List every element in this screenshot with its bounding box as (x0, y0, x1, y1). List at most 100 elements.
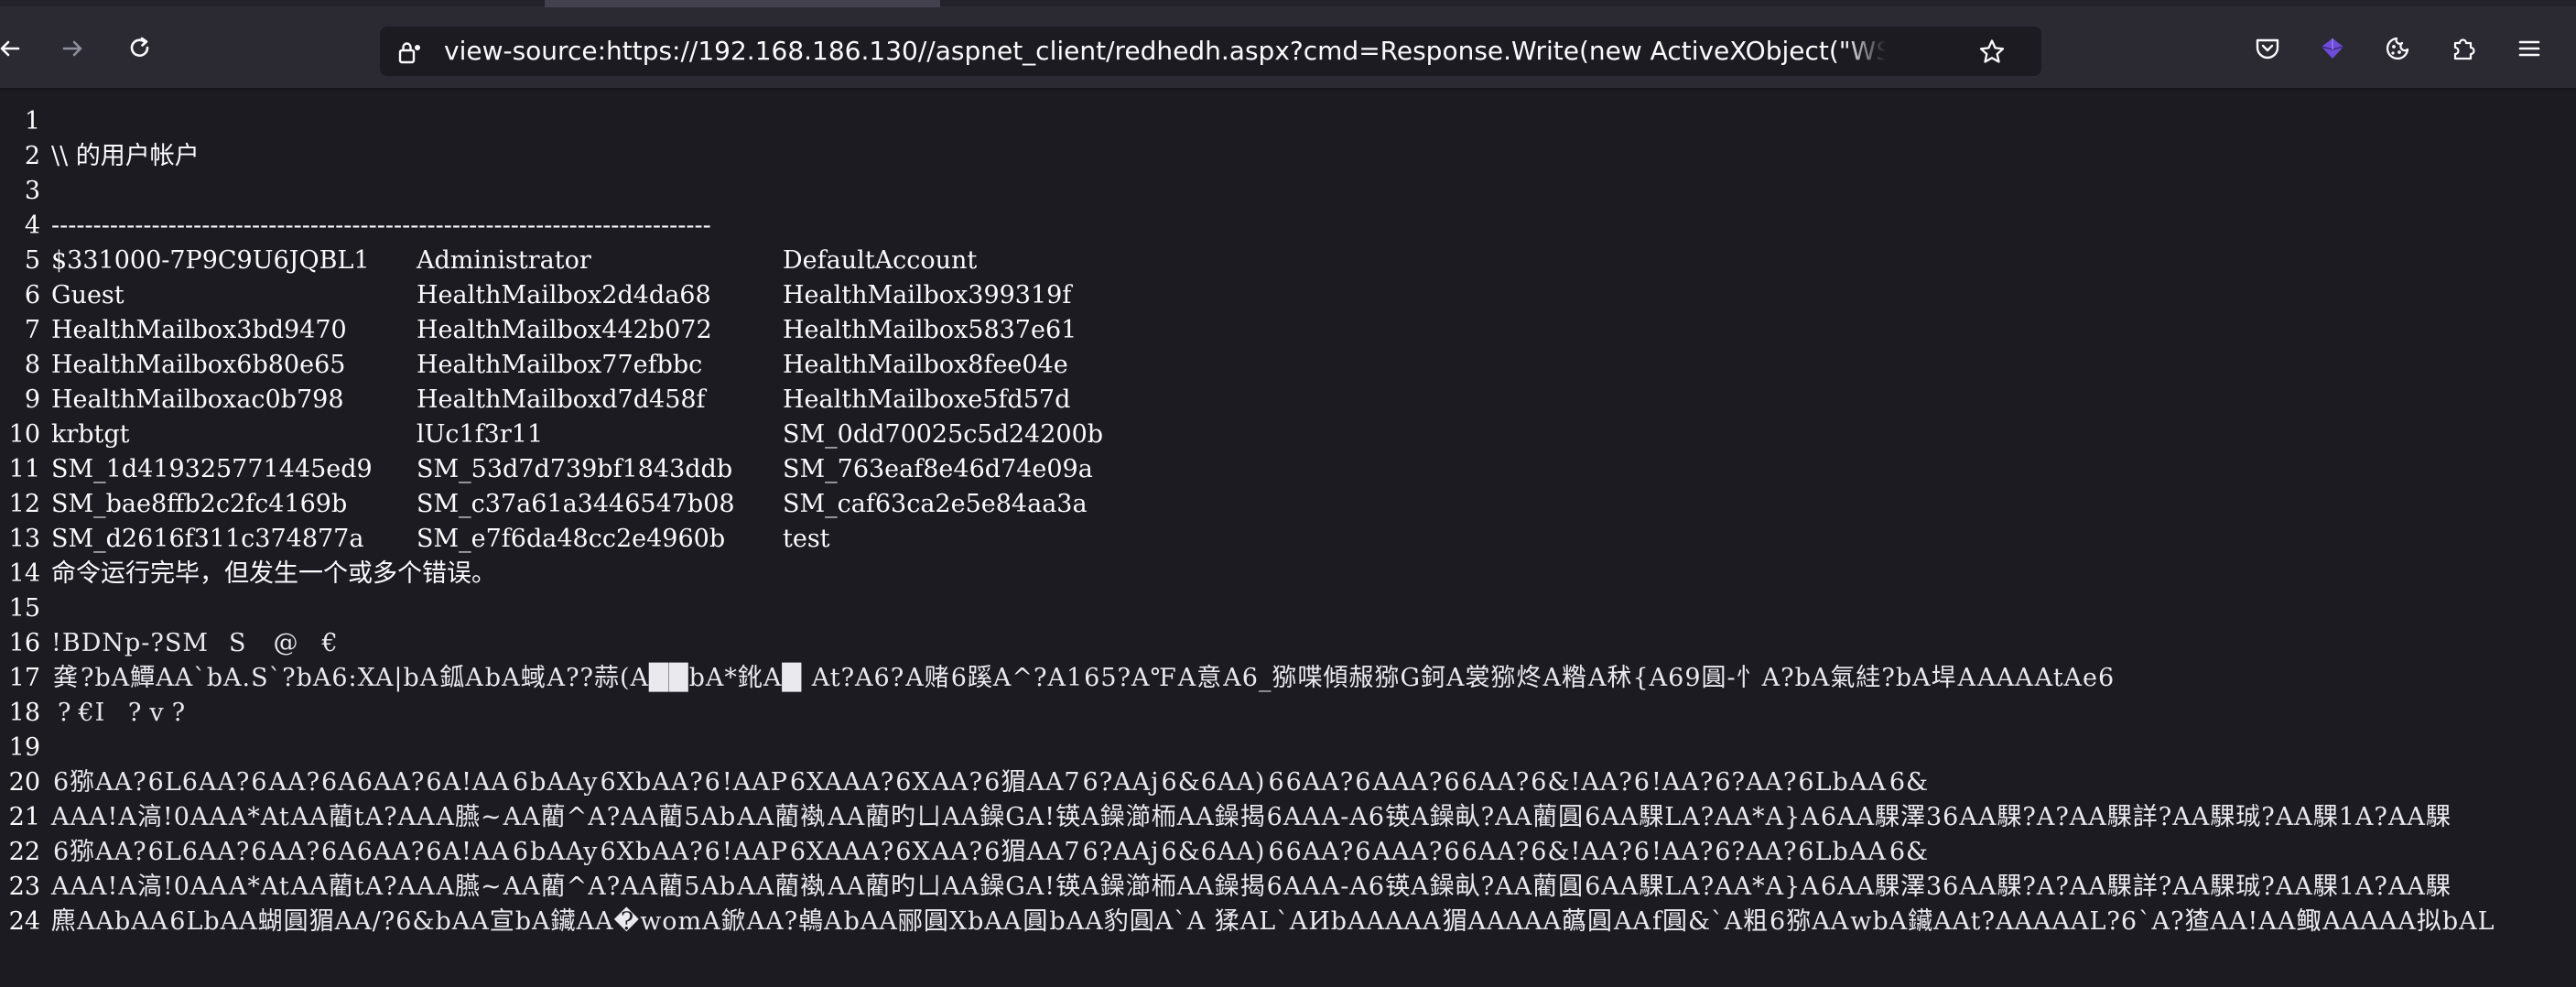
account-row: 9 HealthMailboxac0b798 HealthMailboxd7d4… (0, 383, 2576, 418)
account-name: SM_e7f6da48cc2e4960b (417, 522, 725, 557)
user-accounts-heading: \\ 的用户帐户 (51, 139, 200, 174)
account-name: SM_bae8ffb2c2fc4169b (51, 487, 347, 522)
account-name: HealthMailbox8fee04e (783, 348, 1068, 383)
lock-icon[interactable] (395, 38, 422, 66)
garbled-binary-line: 18 ?€I ?… (0, 696, 2576, 731)
account-name: Guest (51, 278, 124, 313)
garbled-binary-line: 21 AAA!A滈!0AAA*AtAA藺tA?AAA臙~AA藺^A?AA… (0, 800, 2576, 835)
command-status-message: 命令运行完毕，但发生一个或多个错误。 (51, 557, 496, 591)
active-tab-edge[interactable] (545, 0, 940, 7)
star-icon[interactable] (1977, 38, 2007, 67)
line-number: 3 (0, 174, 40, 209)
line-number: 7 (0, 313, 40, 348)
line-number: 11 (0, 452, 40, 487)
line-number: 5 (0, 244, 40, 278)
account-name: test (783, 522, 830, 557)
garbled-text: AAA!A滈!0AAA*AtAA藺tA?AAA臙~AA藺^A?AA藺5A… (51, 800, 2452, 835)
account-row: 13 SM_d2616f311c374877a SM_e7f6da48cc2e4… (0, 522, 2576, 557)
garbled-text: !BDNp-?SMS… (51, 626, 370, 661)
line-number: 17 (0, 661, 40, 696)
source-line: 3 (0, 174, 2576, 209)
account-name: HealthMailboxe5fd57d (783, 383, 1070, 418)
garbled-binary-line: 22 6猕AA?6L6AA?6AA?6A6AA?6A!AA6… (0, 835, 2576, 870)
line-number: 10 (0, 418, 40, 452)
line-number: 2 (0, 139, 40, 174)
account-name: HealthMailboxd7d458f (417, 383, 706, 418)
account-name: SM_1d419325771445ed9 (51, 452, 373, 487)
account-name: HealthMailboxac0b798 (51, 383, 344, 418)
account-name: DefaultAccount (783, 244, 977, 278)
view-source-content: 1 2 \\ 的用户帐户 3 4 -----------------------… (0, 90, 2576, 987)
hamburger-menu-icon (2516, 35, 2543, 62)
line-number: 21 (0, 800, 40, 835)
browser-toolbar: view-source:https://192.168.186.130//asp… (0, 7, 2576, 90)
account-name: SM_53d7d739bf1843ddb (417, 452, 732, 487)
account-row: 12 SM_bae8ffb2c2fc4169b SM_c37a61a344654… (0, 487, 2576, 522)
cookie-extension-button[interactable] (2375, 26, 2420, 71)
extension-gem-button[interactable] (2310, 26, 2355, 71)
source-line: 2 \\ 的用户帐户 (0, 139, 2576, 174)
garbled-binary-line: 17 龚?bA鱏AA`bA.S`?bA6:XA|bA鈲AbA蜮A?… (0, 661, 2576, 696)
arrow-right-icon (59, 35, 86, 62)
reload-button[interactable] (117, 26, 163, 71)
tab-strip-edge (0, 0, 2576, 7)
garbled-binary-line: 16 !BDNp-?SMS… (0, 626, 2576, 661)
account-name: SM_c37a61a3446547b08 (417, 487, 735, 522)
line-number: 13 (0, 522, 40, 557)
url-text[interactable]: view-source:https://192.168.186.130//asp… (444, 27, 1886, 76)
puzzle-icon (2449, 34, 2478, 63)
cookie-icon (2383, 34, 2412, 63)
account-name: SM_d2616f311c374877a (51, 522, 363, 557)
garbled-text: 6猕AA?6L6AA?6AA?6A6AA?6A!AA6bA… (51, 765, 1929, 800)
line-number: 16 (0, 626, 40, 661)
line-number: 4 (0, 209, 40, 244)
garbled-text: 6猕AA?6L6AA?6AA?6A6AA?6A!AA6bA… (51, 835, 1929, 870)
account-row: 8 HealthMailbox6b80e65 HealthMailbox77ef… (0, 348, 2576, 383)
line-number: 15 (0, 591, 40, 626)
account-row: 7 HealthMailbox3bd9470 HealthMailbox442b… (0, 313, 2576, 348)
line-number: 22 (0, 835, 40, 870)
account-name: SM_763eaf8e46d74e09a (783, 452, 1093, 487)
pocket-button[interactable] (2245, 26, 2290, 71)
forward-button[interactable] (49, 26, 95, 71)
line-number: 6 (0, 278, 40, 313)
account-name: HealthMailbox399319f (783, 278, 1071, 313)
account-name: $331000-7P9C9U6JQBL1 (51, 244, 370, 278)
line-number: 23 (0, 870, 40, 905)
extensions-button[interactable] (2441, 26, 2486, 71)
url-bar[interactable]: view-source:https://192.168.186.130//asp… (380, 27, 2041, 76)
extension-gem-icon (2318, 34, 2347, 63)
line-number: 24 (0, 905, 40, 939)
app-menu-button[interactable] (2506, 26, 2552, 71)
garbled-binary-line: 19 … (0, 731, 2576, 765)
pocket-icon (2253, 34, 2282, 63)
separator-line: ----------------------------------------… (51, 209, 711, 244)
line-number: 19 (0, 731, 40, 765)
source-line: 4 --------------------------------------… (0, 209, 2576, 244)
account-name: HealthMailbox5837e61 (783, 313, 1077, 348)
account-row: 10 krbtgt lUc1f3r11 SM_0dd70025c5d24200b (0, 418, 2576, 452)
line-number: 14 (0, 557, 40, 591)
back-button[interactable] (0, 26, 33, 71)
account-row: 11 SM_1d419325771445ed9 SM_53d7d739bf184… (0, 452, 2576, 487)
garbled-text: ?€I ?… (51, 696, 234, 731)
account-name: HealthMailbox3bd9470 (51, 313, 347, 348)
garbled-binary-line: 20 6猕AA?6L6AA?6AA?6A6AA?6A!AA6… (0, 765, 2576, 800)
account-name: SM_0dd70025c5d24200b (783, 418, 1103, 452)
account-name: krbtgt (51, 418, 130, 452)
line-number: 18 (0, 696, 40, 731)
line-number: 12 (0, 487, 40, 522)
garbled-text: AAA!A滈!0AAA*AtAA藺tA?AAA臙~AA藺^A?AA藺5A… (51, 870, 2452, 905)
garbled-binary-line: 24 麃AAbAA6LbAA蝴圓猸AA/?6&bAA宣bA鑶AA�womA鍁A… (0, 905, 2576, 939)
account-name: SM_caf63ca2e5e84aa3a (783, 487, 1088, 522)
account-name: HealthMailbox442b072 (417, 313, 712, 348)
reload-icon (126, 35, 154, 62)
garbled-text: 龚?bA鱏AA`bA.S`?bA6:XA|bA鈲AbA蜮A??蒜(… (51, 661, 2116, 696)
garbled-binary-line: 23 AAA!A滈!0AAA*AtAA藺tA?AAA臙~AA藺^A?AA… (0, 870, 2576, 905)
line-number: 20 (0, 765, 40, 800)
garbled-text: 麃AAbAA6LbAA蝴圓猸AA/?6&bAA宣bA鑶AA�womA鍁AA?鵫… (51, 905, 2495, 939)
arrow-left-icon (0, 35, 24, 62)
account-name: lUc1f3r11 (417, 418, 543, 452)
account-name: HealthMailbox6b80e65 (51, 348, 345, 383)
account-name: HealthMailbox77efbbc (417, 348, 702, 383)
